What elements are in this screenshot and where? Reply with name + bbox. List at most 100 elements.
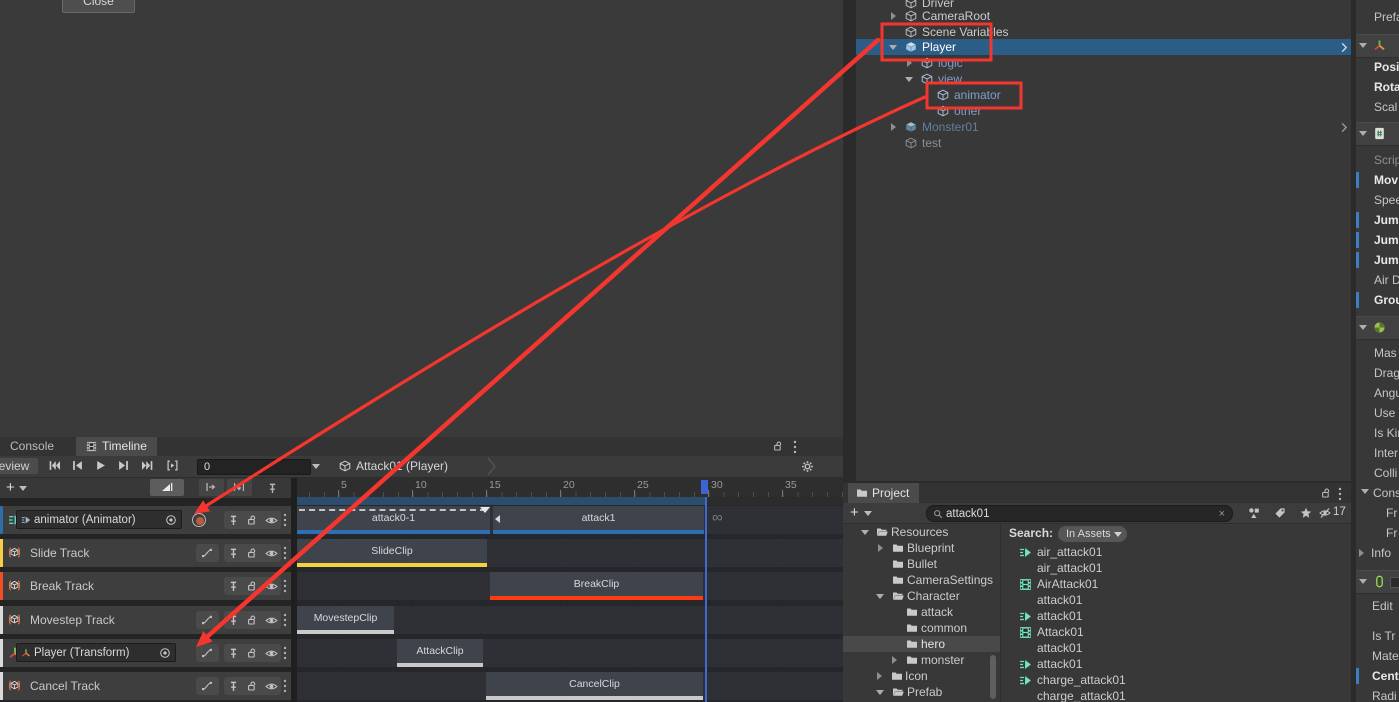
track-header-animator[interactable]: animator (Animator): [0, 506, 291, 534]
clip-slideclip[interactable]: SlideClip: [297, 539, 487, 567]
eye-icon[interactable]: [266, 584, 277, 589]
inspector-row[interactable]: Inter: [1356, 443, 1399, 463]
create-asset-button[interactable]: +: [850, 503, 859, 523]
frame-dropdown-icon[interactable]: [312, 464, 320, 469]
track-menu-icon[interactable]: [284, 580, 286, 592]
animator-binding-field[interactable]: animator (Animator): [16, 510, 182, 529]
menu-dots-icon[interactable]: [794, 441, 796, 453]
result-item[interactable]: attack01: [1001, 592, 1351, 608]
foldout-arrow-icon[interactable]: [1359, 325, 1367, 330]
record-button[interactable]: [189, 510, 209, 530]
hierarchy-item-scene-variables[interactable]: Scene Variables: [856, 24, 1351, 40]
lock-icon[interactable]: [249, 682, 255, 690]
track-header-break[interactable]: Break Track: [0, 572, 291, 600]
track-menu-icon[interactable]: [284, 547, 286, 559]
track-menu-icon[interactable]: [284, 647, 286, 659]
search-by-type-button[interactable]: [1242, 504, 1266, 522]
project-search-field[interactable]: attack01 ×: [926, 505, 1233, 522]
inspector-row[interactable]: Jum: [1356, 210, 1399, 230]
pin-icon[interactable]: [231, 649, 236, 658]
track-header-movestep[interactable]: Movestep Track: [0, 606, 291, 634]
tree-item-attack[interactable]: attack: [843, 604, 1000, 620]
hierarchy-item-cameraroot[interactable]: CameraRoot: [856, 8, 1351, 24]
replace-mode-button[interactable]: [227, 479, 252, 496]
curves-button[interactable]: [196, 677, 219, 695]
menu-dots-icon[interactable]: [1339, 488, 1341, 500]
eye-icon[interactable]: [266, 551, 277, 556]
curves-button[interactable]: [196, 644, 219, 662]
track-header-cancel[interactable]: Cancel Track: [0, 672, 291, 700]
tree-item-hero[interactable]: hero: [843, 636, 1000, 652]
tree-item-prefab[interactable]: Prefab: [843, 684, 1000, 700]
inspector-row[interactable]: Fr: [1356, 503, 1399, 523]
track-header-player-transform[interactable]: Player (Transform): [0, 639, 291, 667]
mix-mode-button[interactable]: [150, 479, 184, 496]
inspector-row[interactable]: Angu: [1356, 383, 1399, 403]
inspector-row[interactable]: Radi: [1356, 686, 1399, 702]
timeline-binding-breadcrumb[interactable]: Attack01 (Player): [356, 456, 448, 477]
clip-cancelclip[interactable]: CancelClip: [486, 672, 703, 700]
panel-divider-vertical[interactable]: [843, 0, 856, 483]
previous-frame-button[interactable]: [67, 458, 89, 474]
expand-arrow-icon[interactable]: [877, 672, 882, 680]
track-header-slide[interactable]: Slide Track: [0, 539, 291, 567]
prefab-open-chevron-icon[interactable]: [1342, 123, 1346, 131]
eye-icon[interactable]: [266, 651, 277, 656]
lock-icon[interactable]: [249, 582, 255, 590]
result-item[interactable]: Attack01: [1001, 624, 1351, 640]
hierarchy-item-logic[interactable]: logic: [856, 55, 1351, 71]
timeline-ruler[interactable]: 5 10 15 20 25 30 35: [297, 478, 843, 497]
inspector-row[interactable]: Mas: [1356, 343, 1399, 363]
preview-button[interactable]: review: [0, 458, 38, 474]
eye-icon[interactable]: [266, 618, 277, 623]
lock-icon[interactable]: [249, 616, 255, 624]
result-item[interactable]: charge_attack01: [1001, 672, 1351, 688]
result-item[interactable]: charge_attack01: [1001, 688, 1351, 702]
result-item[interactable]: AirAttack01: [1001, 576, 1351, 592]
expand-arrow-icon[interactable]: [891, 12, 896, 20]
goto-end-button[interactable]: [137, 458, 159, 474]
result-item[interactable]: air_attack01: [1001, 544, 1351, 560]
inspector-row[interactable]: Grou: [1356, 290, 1399, 310]
inspector-row[interactable]: Jum: [1356, 250, 1399, 270]
tree-item-character[interactable]: Character: [843, 588, 1000, 604]
add-track-button[interactable]: +: [6, 478, 15, 498]
clip-movestepclip[interactable]: MovestepClip: [297, 606, 394, 634]
pin-icon[interactable]: [231, 516, 236, 525]
search-scope-dropdown[interactable]: In Assets: [1058, 526, 1127, 542]
foldout-arrow-icon[interactable]: [1359, 579, 1367, 584]
tree-item-icon[interactable]: Icon: [843, 668, 1000, 684]
lock-icon[interactable]: [1323, 489, 1329, 497]
hierarchy-item-animator[interactable]: animator: [856, 87, 1351, 103]
expand-arrow-icon[interactable]: [892, 656, 897, 664]
expand-arrow-icon[interactable]: [878, 544, 883, 552]
lock-icon[interactable]: [775, 442, 781, 450]
expand-arrow-icon[interactable]: [907, 59, 912, 67]
inspector-row[interactable]: Drag: [1356, 363, 1399, 383]
favorites-button[interactable]: [1294, 504, 1318, 522]
inspector-row[interactable]: Use: [1356, 403, 1399, 423]
foldout-arrow-icon[interactable]: [1359, 131, 1367, 136]
rigidbody-component-header[interactable]: [1356, 316, 1399, 340]
inspector-row[interactable]: Jum: [1356, 230, 1399, 250]
clip-attack0-1[interactable]: attack0-1: [297, 506, 490, 534]
tab-console[interactable]: Console: [0, 437, 64, 456]
component-checkbox[interactable]: [1390, 577, 1399, 588]
collapse-arrow-icon[interactable]: [876, 690, 884, 695]
timeline-end-marker[interactable]: [701, 480, 708, 494]
inspector-row[interactable]: Spee: [1356, 190, 1399, 210]
result-item[interactable]: air_attack01: [1001, 560, 1351, 576]
pin-icon[interactable]: [231, 549, 236, 558]
eye-icon[interactable]: [266, 684, 277, 689]
expand-arrow-icon[interactable]: [891, 123, 896, 131]
pin-icon[interactable]: [231, 582, 236, 591]
inspector-row[interactable]: Rota: [1356, 77, 1399, 97]
tree-item-common[interactable]: common: [843, 620, 1000, 636]
create-dropdown-icon[interactable]: [864, 511, 872, 516]
inspector-row[interactable]: Is Tr: [1356, 626, 1399, 646]
inspector-row[interactable]: Posi: [1356, 57, 1399, 77]
marker-toggle-icon[interactable]: [270, 484, 275, 493]
expand-arrow-icon[interactable]: [1359, 549, 1364, 557]
play-button[interactable]: [90, 458, 112, 474]
transform-component-header[interactable]: [1356, 34, 1399, 58]
